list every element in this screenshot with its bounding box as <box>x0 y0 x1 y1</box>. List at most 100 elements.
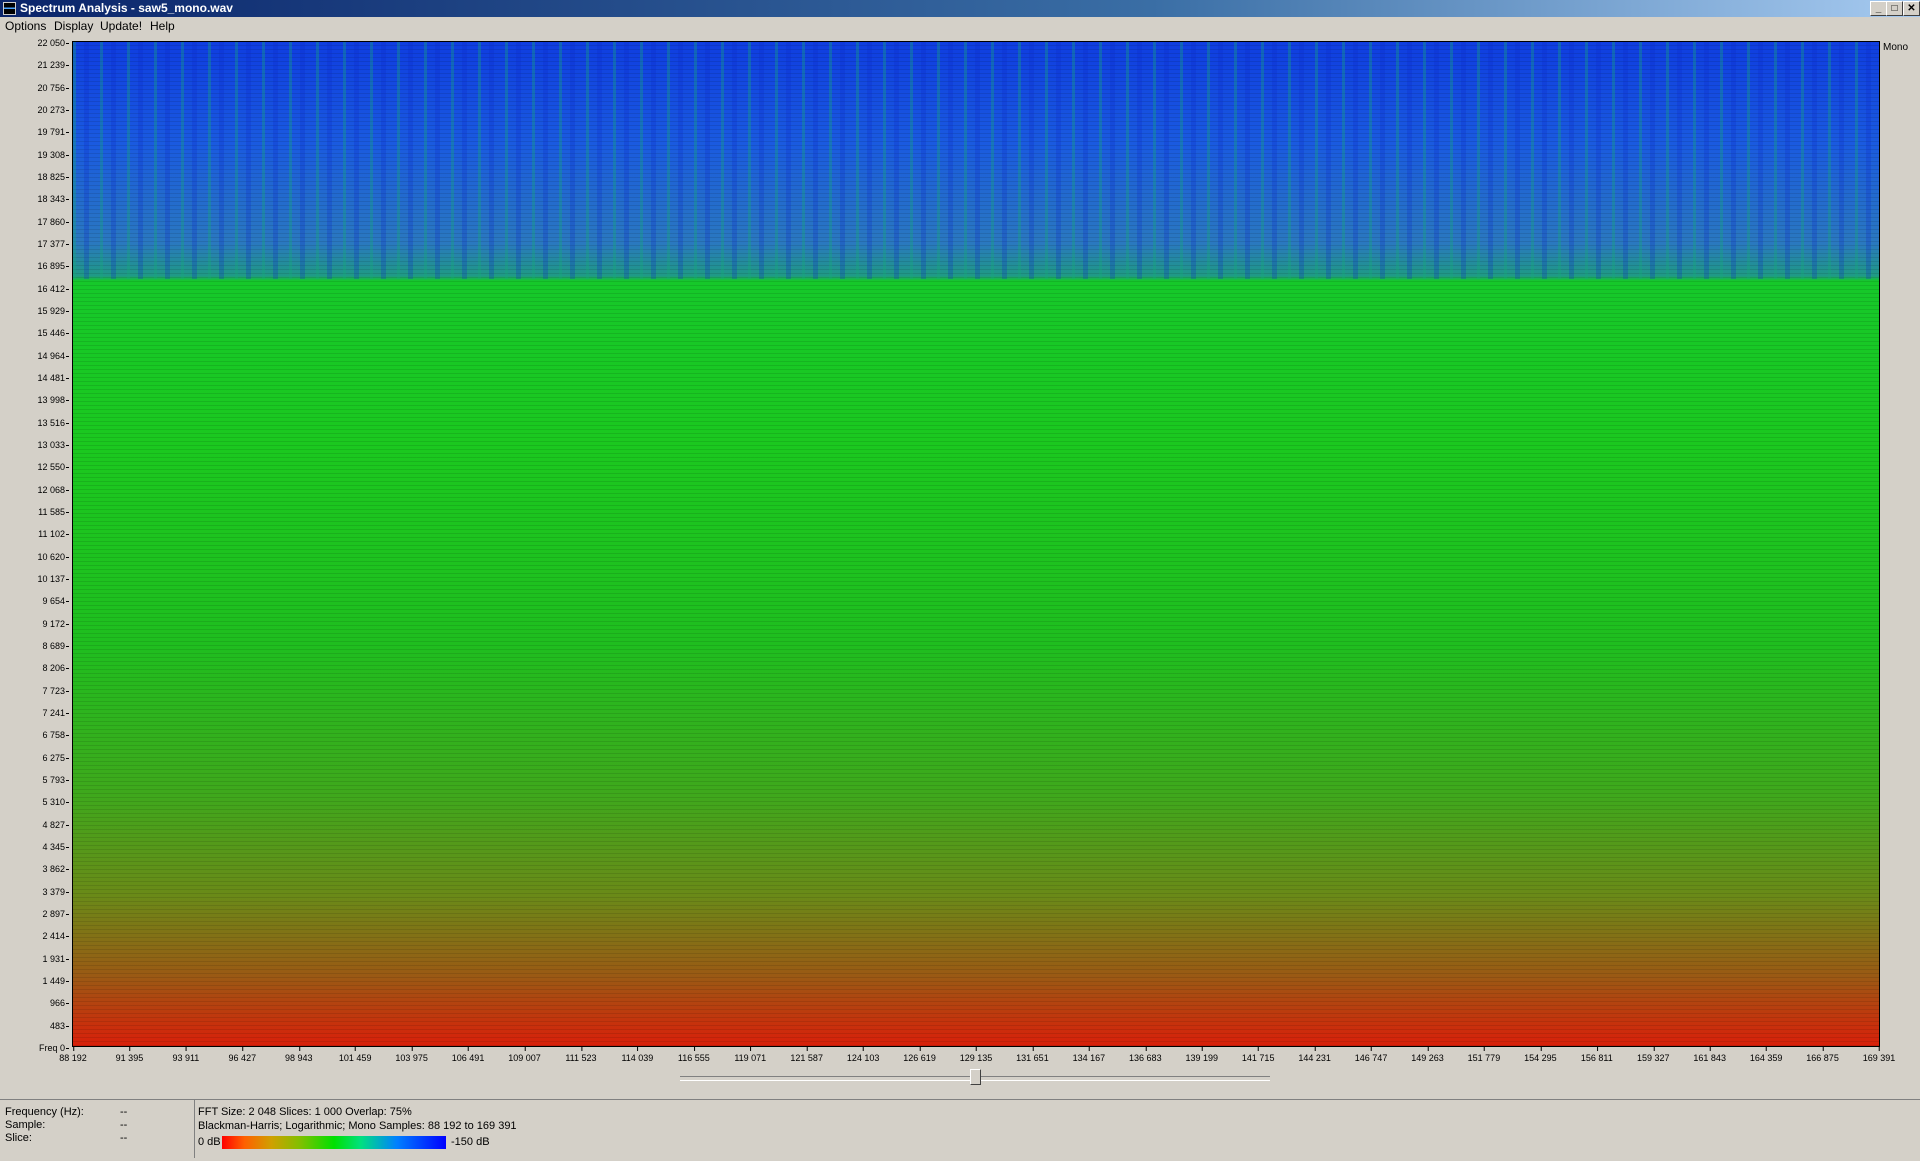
y-tick-label: 10 137 <box>37 574 69 584</box>
y-tick-label: 3 862 <box>42 864 69 874</box>
menu-bar: Options Display Update! Help <box>0 17 1920 36</box>
x-tick-label: 161 843 <box>1693 1047 1726 1063</box>
x-tick-label: 96 427 <box>228 1047 257 1063</box>
x-tick-label: 164 359 <box>1749 1047 1783 1063</box>
y-tick-label: 14 481 <box>37 373 69 383</box>
y-tick-label: 1 931 <box>42 954 69 964</box>
y-tick-label: 17 377 <box>37 239 69 249</box>
y-tick-label: 9 172 <box>42 619 69 629</box>
window-title: Spectrum Analysis - saw5_mono.wav <box>20 1 233 15</box>
status-bar: Frequency (Hz): -- Sample: -- Slice: -- … <box>0 1099 1920 1161</box>
x-tick-label: 126 619 <box>903 1047 936 1063</box>
sample-value: -- <box>120 1119 128 1131</box>
y-tick-label: 11 102 <box>38 529 69 539</box>
y-tick-label: 12 550 <box>37 462 69 472</box>
y-tick-label: 20 273 <box>37 105 69 115</box>
x-tick-label: 98 943 <box>284 1047 313 1063</box>
x-tick-label: 129 135 <box>959 1047 993 1063</box>
slice-value: -- <box>120 1132 128 1144</box>
y-tick-label: 10 620 <box>37 552 69 562</box>
x-tick-label: 141 715 <box>1241 1047 1275 1063</box>
y-tick-label: 13 516 <box>37 418 69 428</box>
x-tick-label: 156 811 <box>1580 1047 1613 1063</box>
y-tick-label: 13 033 <box>37 440 69 450</box>
y-tick-label: 9 654 <box>42 596 69 606</box>
y-tick-label: 6 758 <box>42 730 69 740</box>
x-tick-label: 116 555 <box>677 1047 710 1063</box>
x-tick-label: 146 747 <box>1354 1047 1388 1063</box>
y-tick-label: 966 <box>50 998 69 1008</box>
app-icon <box>3 2 16 15</box>
y-tick-label: 18 343 <box>37 194 69 204</box>
frequency-axis: 22 050 21 239 20 756 20 273 19 791 19 308 18 8… <box>0 36 72 1056</box>
y-tick-label: 5 310 <box>42 797 69 807</box>
x-tick-label: 109 007 <box>508 1047 541 1063</box>
maximize-button[interactable]: □ <box>1886 1 1903 16</box>
x-tick-label: 124 103 <box>846 1047 880 1063</box>
menu-help[interactable]: Help <box>148 17 177 36</box>
y-tick-label: 17 860 <box>37 217 69 227</box>
x-tick-label: 114 039 <box>621 1047 654 1063</box>
db-min-label: -150 dB <box>451 1136 490 1148</box>
y-tick-label: 7 723 <box>42 686 69 696</box>
x-tick-label: 139 199 <box>1185 1047 1219 1063</box>
x-tick-label: 88 192 <box>59 1047 87 1063</box>
y-tick-label: 8 689 <box>42 641 69 651</box>
y-tick-label: 2 414 <box>42 931 69 941</box>
y-tick-label: 6 275 <box>42 753 69 763</box>
x-tick-label: 166 875 <box>1806 1047 1839 1063</box>
y-tick-label: 3 379 <box>42 887 69 897</box>
slice-label: Slice: <box>5 1132 32 1144</box>
sample-axis: 88 192 91 395 93 911 96 427 98 943 101 459 103… <box>0 1047 1920 1067</box>
x-tick-label: 93 911 <box>172 1047 200 1063</box>
x-tick-label: 151 779 <box>1467 1047 1501 1063</box>
y-tick-label: 8 206 <box>42 663 69 673</box>
menu-options[interactable]: Options <box>3 17 48 36</box>
y-tick-label: 4 827 <box>42 820 69 830</box>
y-tick-label: 4 345 <box>42 842 69 852</box>
x-tick-label: 91 395 <box>115 1047 144 1063</box>
x-tick-label: 119 071 <box>734 1047 767 1063</box>
y-tick-label: 18 825 <box>37 172 69 182</box>
position-slider-thumb[interactable] <box>970 1069 981 1085</box>
x-tick-label: 134 167 <box>1072 1047 1106 1063</box>
channel-label: Mono <box>1883 42 1909 53</box>
frequency-label: Frequency (Hz): <box>5 1106 84 1118</box>
y-tick-label: 16 412 <box>37 284 69 294</box>
analysis-info-panel: FFT Size: 2 048 Slices: 1 000 Overlap: 7… <box>198 1100 1908 1158</box>
x-tick-label: 136 683 <box>1129 1047 1162 1063</box>
spectrogram-texture <box>73 42 1879 279</box>
x-tick-label: 159 327 <box>1636 1047 1670 1063</box>
cursor-info-panel: Frequency (Hz): -- Sample: -- Slice: -- <box>0 1100 195 1158</box>
menu-update[interactable]: Update! <box>98 17 144 36</box>
x-tick-label: 121 587 <box>790 1047 823 1063</box>
window-info: Blackman-Harris; Logarithmic; Mono Sampl… <box>198 1120 517 1132</box>
minimize-button[interactable]: _ <box>1870 1 1887 16</box>
y-tick-label: 2 897 <box>42 909 69 919</box>
y-tick-label: 1 449 <box>42 976 69 986</box>
spectrogram-plot[interactable] <box>72 41 1880 1047</box>
y-tick-label: 483 <box>50 1021 69 1031</box>
sample-label: Sample: <box>5 1119 46 1131</box>
x-tick-label: 101 459 <box>338 1047 372 1063</box>
y-tick-label: 7 241 <box>42 708 69 718</box>
x-tick-label: 131 651 <box>1016 1047 1049 1063</box>
y-tick-label: 11 585 <box>38 507 69 517</box>
title-bar: Spectrum Analysis - saw5_mono.wav _ □ ✕ <box>0 0 1920 17</box>
y-tick-label: 14 964 <box>37 351 69 361</box>
db-max-label: 0 dB <box>198 1136 221 1148</box>
y-tick-label: 21 239 <box>37 60 69 70</box>
x-tick-label: 111 523 <box>565 1047 597 1063</box>
y-tick-label: 19 791 <box>37 127 69 137</box>
y-tick-label: 5 793 <box>42 775 69 785</box>
y-tick-label: 16 895 <box>37 261 69 271</box>
y-tick-label: 15 446 <box>37 328 69 338</box>
close-button[interactable]: ✕ <box>1903 1 1920 16</box>
y-tick-label: 22 050 <box>37 38 69 48</box>
frequency-value: -- <box>120 1106 128 1118</box>
x-tick-label: 169 391 <box>1862 1047 1896 1063</box>
x-tick-label: 144 231 <box>1298 1047 1331 1063</box>
menu-display[interactable]: Display <box>52 17 95 36</box>
x-tick-label: 103 975 <box>395 1047 428 1063</box>
y-tick-label: 13 998 <box>37 395 69 405</box>
